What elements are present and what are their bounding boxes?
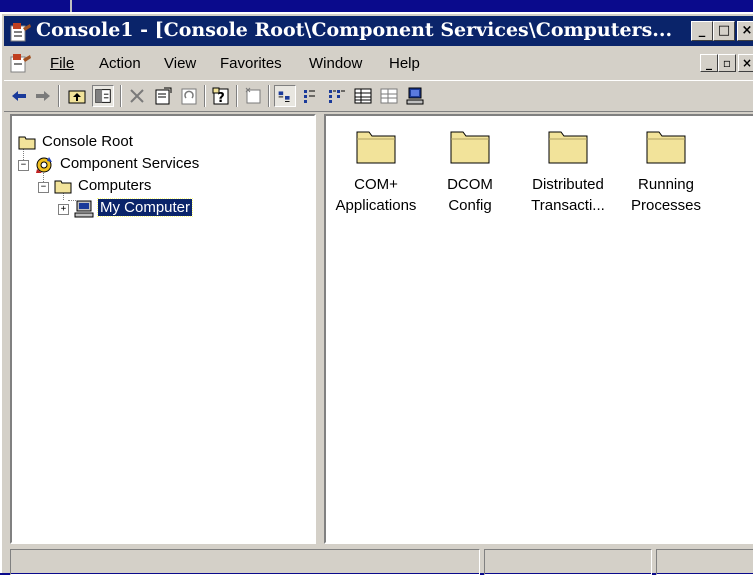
refresh-icon[interactable] xyxy=(178,85,200,107)
console-tree[interactable]: Console Root − Component Services − Comp… xyxy=(10,114,316,544)
up-one-level-icon[interactable] xyxy=(66,85,88,107)
console-child-icon[interactable] xyxy=(10,53,32,73)
folder-label-line1: COM+ xyxy=(354,176,398,193)
status-pane-main xyxy=(10,549,480,575)
collapse-toggle[interactable]: − xyxy=(38,182,49,193)
menu-file[interactable]: File xyxy=(50,55,74,72)
menu-action-label: Action xyxy=(99,55,141,72)
menu-window[interactable]: Window xyxy=(309,55,362,72)
folder-icon xyxy=(450,131,490,164)
title-bar[interactable]: Console1 - [Console Root\Component Servi… xyxy=(4,16,753,46)
back-icon[interactable] xyxy=(8,85,30,107)
folder-label-line2: Applications xyxy=(335,197,417,214)
folder-label-line1: Distributed xyxy=(532,176,604,193)
list-item-com-applications[interactable]: COM+ Applications xyxy=(326,124,426,216)
maximize-button[interactable]: □ xyxy=(713,21,735,41)
list-item-distributed-transaction[interactable]: Distributed Transacti... xyxy=(518,124,618,216)
folder-label-line1: Running xyxy=(638,176,694,193)
folder-label: DCOM Config xyxy=(420,174,520,216)
results-pane[interactable]: COM+ Applications DCOM Config Distributed T… xyxy=(324,114,753,544)
help-icon[interactable]: ? xyxy=(210,85,232,107)
collapse-toggle[interactable]: − xyxy=(18,160,29,171)
close-button[interactable]: × xyxy=(737,21,753,41)
folder-label-line2: Config xyxy=(448,197,492,214)
mmc-app-icon xyxy=(10,23,31,42)
child-minimize-button[interactable]: _ xyxy=(700,54,718,72)
tree-label-computers: Computers xyxy=(78,177,152,194)
folder-icon xyxy=(356,131,396,164)
toolbar-separator xyxy=(236,85,238,107)
detail-view-icon[interactable] xyxy=(352,85,374,107)
small-icons-view-icon[interactable] xyxy=(300,85,322,107)
child-close-button[interactable]: × xyxy=(738,54,753,72)
child-restore-button[interactable]: ▫ xyxy=(718,54,736,72)
show-hide-tree-icon[interactable] xyxy=(92,85,114,107)
folder-label: Distributed Transacti... xyxy=(518,174,618,216)
folder-label-line2: Transacti... xyxy=(531,197,605,214)
expand-toggle[interactable]: + xyxy=(58,204,69,215)
folder-icon xyxy=(54,180,72,194)
tree-label-my-computer: My Computer xyxy=(96,198,194,217)
computer-icon[interactable] xyxy=(404,85,426,107)
folder-label: Running Processes xyxy=(616,174,716,216)
minimize-button[interactable]: _ xyxy=(691,21,713,41)
list-view-icon[interactable] xyxy=(326,85,348,107)
mmc-window: Console1 - [Console Root\Component Servi… xyxy=(0,12,753,575)
forward-icon[interactable] xyxy=(32,85,54,107)
menu-help[interactable]: Help xyxy=(389,55,420,72)
grid-view-icon[interactable] xyxy=(378,85,400,107)
menu-favorites[interactable]: Favorites xyxy=(220,55,282,72)
menu-help-label: Help xyxy=(389,55,420,72)
menu-view-label: View xyxy=(164,55,197,72)
new-window-icon[interactable] xyxy=(242,85,264,107)
menu-bar: File Action View Favorites Window Help _… xyxy=(4,50,753,78)
folder-label-line1: DCOM xyxy=(447,176,493,193)
menu-action[interactable]: Action xyxy=(99,55,141,72)
large-icons-view-icon[interactable] xyxy=(274,85,296,107)
tree-label-console-root: Console Root xyxy=(42,133,133,150)
status-pane-tertiary xyxy=(656,549,753,575)
tree-label-component-services: Component Services xyxy=(60,155,200,172)
toolbar-separator xyxy=(58,85,60,107)
folder-icon xyxy=(646,131,686,164)
menu-file-label: File xyxy=(50,55,75,72)
menu-favorites-label: Favorites xyxy=(220,55,282,72)
folder-label-line2: Processes xyxy=(630,197,702,214)
list-item-running-processes[interactable]: Running Processes xyxy=(616,124,716,216)
folder-icon xyxy=(18,136,36,150)
properties-icon[interactable] xyxy=(152,85,174,107)
status-bar xyxy=(10,548,753,575)
delete-icon[interactable] xyxy=(126,85,148,107)
folder-icon xyxy=(548,131,588,164)
toolbar: ? xyxy=(4,80,753,112)
menu-view[interactable]: View xyxy=(164,55,196,72)
component-services-icon xyxy=(36,157,52,173)
toolbar-separator xyxy=(120,85,122,107)
folder-label: COM+ Applications xyxy=(326,174,426,216)
menu-window-label: Window xyxy=(309,55,363,72)
list-item-dcom-config[interactable]: DCOM Config xyxy=(420,124,520,216)
status-pane-secondary xyxy=(484,549,652,575)
toolbar-separator xyxy=(204,85,206,107)
computer-icon xyxy=(74,200,94,218)
toolbar-separator xyxy=(268,85,270,107)
window-title: Console1 - [Console Root\Component Servi… xyxy=(36,19,673,41)
